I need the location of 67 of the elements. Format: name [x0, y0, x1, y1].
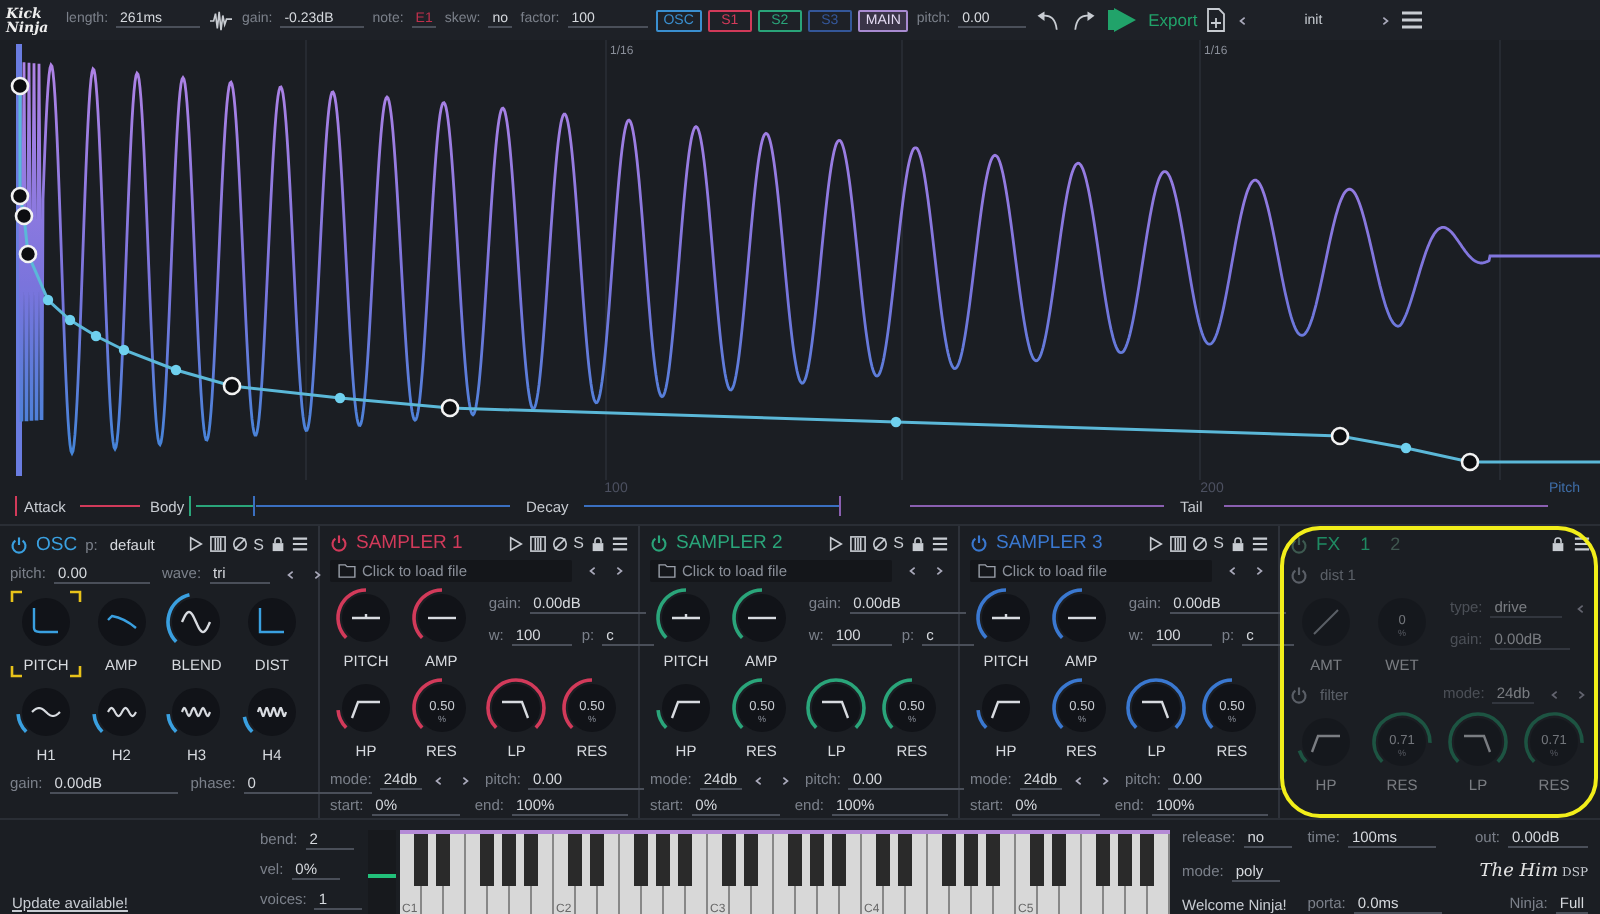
solo-button[interactable]: S — [573, 534, 584, 553]
section-marker[interactable] — [253, 495, 841, 517]
section-marker[interactable] — [839, 495, 1549, 517]
envelope-node[interactable] — [1330, 426, 1350, 446]
lock-icon[interactable] — [910, 535, 926, 552]
fx-slot-tab[interactable]: 1 — [1360, 534, 1371, 554]
piano-icon[interactable] — [1169, 535, 1186, 552]
envelope-node[interactable] — [14, 206, 34, 226]
lock-icon[interactable] — [1230, 535, 1246, 552]
envelope-node[interactable] — [10, 186, 30, 206]
envelope-node[interactable] — [334, 392, 346, 404]
play-icon[interactable] — [1147, 535, 1164, 552]
envelope-node[interactable] — [440, 398, 460, 418]
folder-icon — [658, 564, 676, 579]
waveform-icon[interactable] — [208, 9, 235, 31]
piano-icon[interactable] — [529, 535, 546, 552]
module-title: OSC — [36, 533, 78, 555]
section-marker[interactable] — [15, 495, 141, 517]
envelope-node[interactable] — [118, 344, 130, 356]
play-icon[interactable] — [507, 535, 524, 552]
menu-icon[interactable] — [1252, 535, 1268, 552]
play-icon[interactable] — [187, 536, 204, 552]
envelope-node[interactable] — [1400, 442, 1412, 454]
play-icon[interactable] — [827, 535, 844, 552]
power-icon[interactable] — [1290, 535, 1308, 553]
module-title: SAMPLER 1 — [356, 532, 463, 555]
menu-icon[interactable] — [292, 536, 308, 552]
slashed-circle-icon[interactable] — [1191, 535, 1208, 552]
piano-icon[interactable] — [209, 536, 226, 552]
solo-button[interactable]: S — [253, 535, 264, 553]
menu-icon[interactable] — [612, 535, 628, 552]
brand-logo: The Him — [1479, 861, 1559, 881]
menu-icon[interactable] — [1574, 536, 1590, 552]
power-icon[interactable] — [650, 534, 668, 553]
slashed-circle-icon[interactable] — [871, 535, 888, 552]
export-button[interactable]: Export — [1106, 8, 1198, 32]
new-file-icon[interactable] — [1205, 8, 1226, 32]
folder-icon — [978, 564, 996, 579]
folder-icon — [338, 564, 356, 579]
section-marker[interactable] — [189, 495, 255, 517]
envelope-node[interactable] — [1460, 452, 1480, 472]
lock-icon[interactable] — [590, 535, 606, 552]
redo-icon[interactable] — [1070, 9, 1099, 31]
module-title: FX — [1316, 533, 1341, 555]
module-title: SAMPLER 3 — [996, 532, 1103, 555]
piano-icon[interactable] — [849, 535, 866, 552]
envelope-node[interactable] — [18, 244, 38, 264]
envelope-node[interactable] — [10, 76, 30, 96]
slashed-circle-icon[interactable] — [551, 535, 568, 552]
solo-button[interactable]: S — [1213, 534, 1224, 553]
envelope-node[interactable] — [222, 376, 242, 396]
lock-icon[interactable] — [1550, 536, 1566, 552]
velocity-strip[interactable] — [368, 830, 396, 914]
slashed-circle-icon[interactable] — [231, 536, 248, 552]
menu-icon[interactable] — [1401, 10, 1422, 30]
menu-icon[interactable] — [932, 535, 948, 552]
undo-icon[interactable] — [1034, 9, 1063, 31]
lock-icon[interactable] — [270, 536, 286, 552]
envelope-node[interactable] — [890, 416, 902, 428]
play-icon — [1106, 8, 1139, 32]
envelope-node[interactable] — [64, 314, 76, 326]
envelope-node[interactable] — [42, 294, 54, 306]
power-icon[interactable] — [10, 535, 28, 553]
envelope-node[interactable] — [170, 364, 182, 376]
solo-button[interactable]: S — [893, 534, 904, 553]
module-title: SAMPLER 2 — [676, 532, 783, 555]
envelope-node[interactable] — [90, 330, 102, 342]
